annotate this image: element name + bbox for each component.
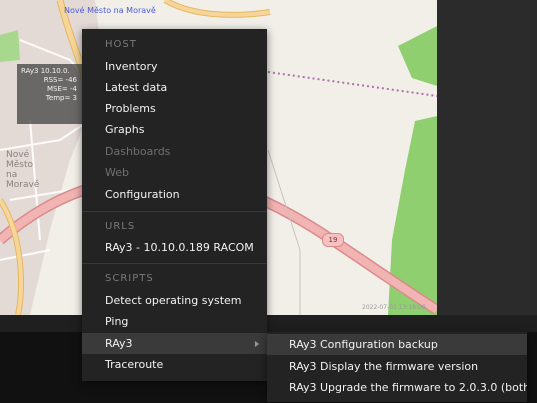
menu-item-graphs[interactable]: Graphs — [82, 119, 267, 140]
menu-item-traceroute[interactable]: Traceroute — [82, 354, 267, 375]
menu-divider — [82, 211, 267, 212]
submenu-item-config-backup[interactable]: RAy3 Configuration backup — [267, 334, 527, 355]
menu-item-dashboards: Dashboards — [105, 145, 171, 158]
menu-item-web: Web — [105, 166, 129, 179]
context-menu: HOST Inventory Latest data Problems Grap… — [82, 29, 267, 381]
footer-bar — [0, 315, 537, 332]
submenu-item-firmware-upgrade[interactable]: RAy3 Upgrade the firmware to 2.0.3.0 (bo… — [267, 377, 527, 398]
chevron-right-icon — [255, 341, 259, 347]
tooltip-rss: RSS= -46 — [43, 76, 77, 84]
section-header-scripts: SCRIPTS — [105, 273, 154, 284]
menu-item-ray3-label: RAy3 — [105, 337, 133, 350]
tooltip-host: RAy3 10.10.0. — [21, 67, 70, 75]
road-number-badge: 19 — [322, 233, 344, 247]
menu-item-detect-os[interactable]: Detect operating system — [82, 290, 267, 311]
town-label: Nové Město na Moravě — [6, 150, 40, 190]
menu-divider — [82, 263, 267, 264]
section-header-host: HOST — [105, 39, 137, 50]
menu-item-inventory[interactable]: Inventory — [82, 56, 267, 77]
menu-item-ray3[interactable]: RAy3 — [82, 333, 267, 354]
tooltip-temp: Temp= 3 — [45, 94, 77, 102]
panel-edge — [437, 0, 537, 315]
menu-item-configuration[interactable]: Configuration — [82, 184, 267, 205]
ray3-submenu: RAy3 Configuration backup RAy3 Display t… — [267, 332, 527, 402]
map-timestamp: 2022-07-01 13:16:06 — [362, 304, 426, 311]
section-header-urls: URLS — [105, 221, 136, 232]
menu-item-url-racom[interactable]: RAy3 - 10.10.0.189 RACOM — [82, 237, 267, 258]
menu-item-problems[interactable]: Problems — [82, 98, 267, 119]
submenu-item-firmware-version[interactable]: RAy3 Display the firmware version — [267, 356, 527, 377]
menu-item-ping[interactable]: Ping — [82, 311, 267, 332]
map-title: Nové Město na Moravě — [64, 6, 156, 15]
host-tooltip: RAy3 10.10.0. RSS= -46 MSE= -4 Temp= 3 — [17, 64, 83, 124]
tooltip-mse: MSE= -4 — [47, 85, 77, 93]
menu-item-latest-data[interactable]: Latest data — [82, 77, 267, 98]
